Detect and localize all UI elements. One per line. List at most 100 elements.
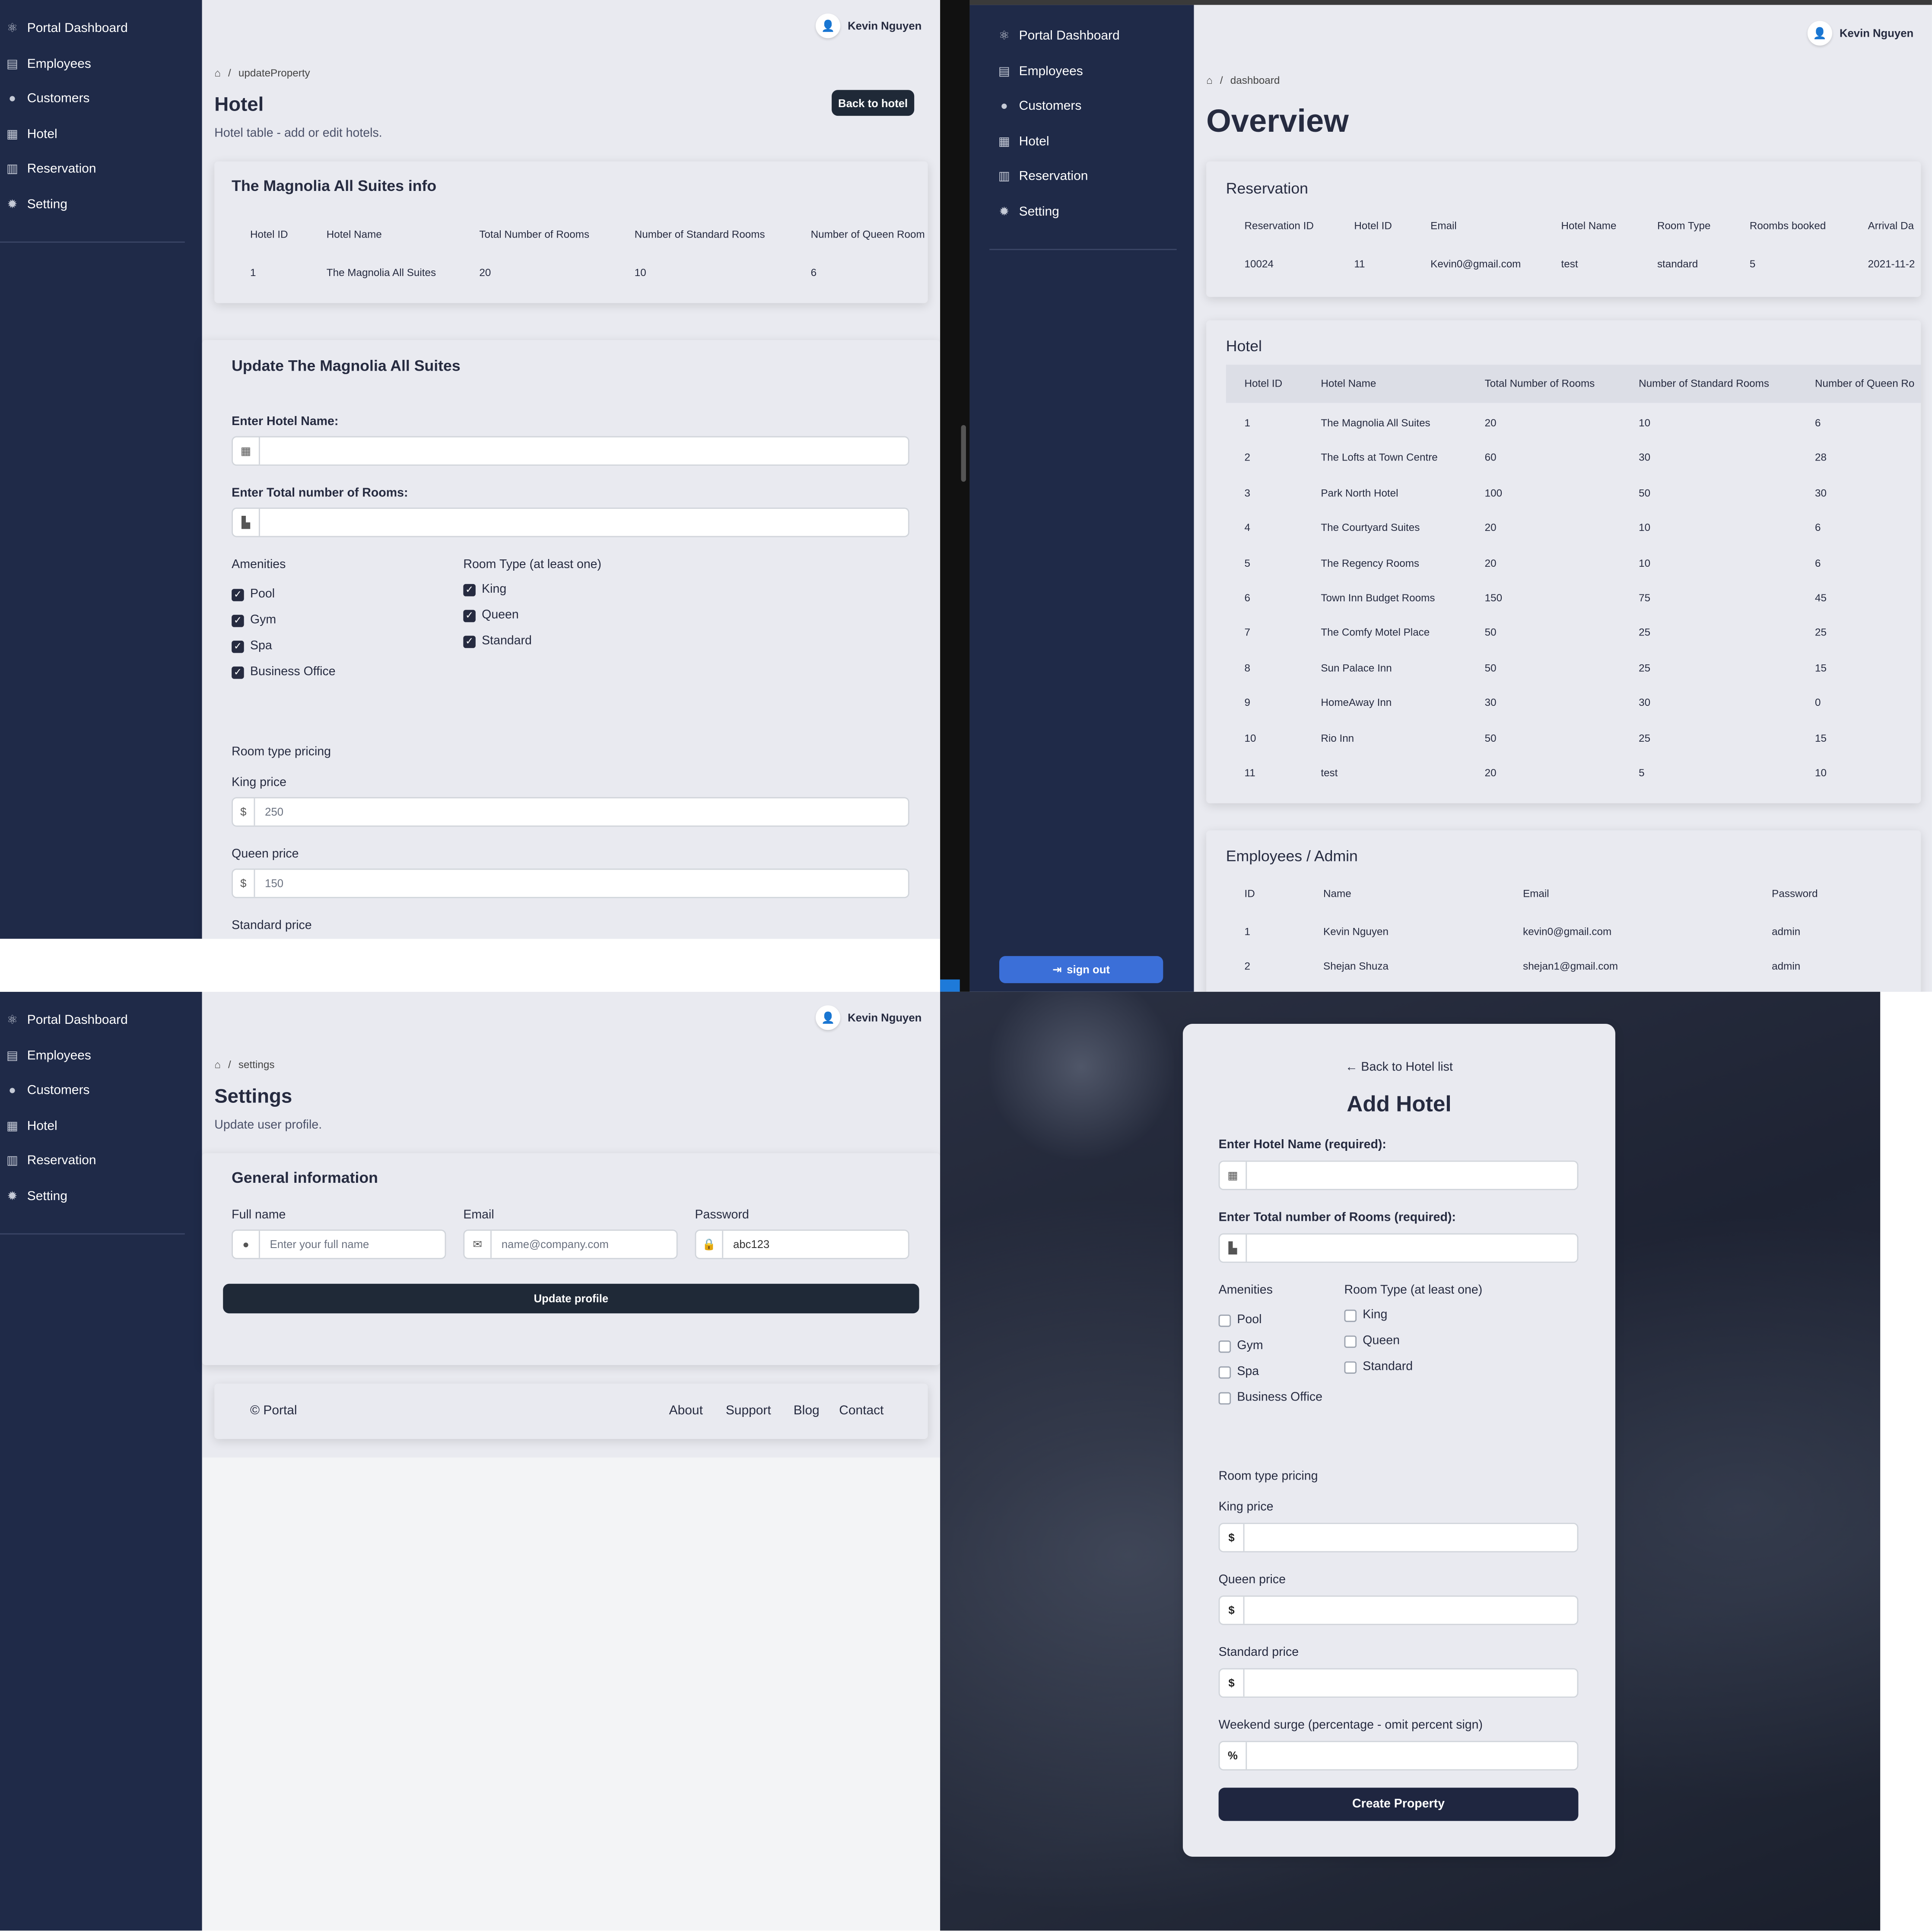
table-cell: 50: [1484, 731, 1497, 744]
sidebar-item-reservation[interactable]: ▥ Reservation: [5, 156, 96, 181]
column-header: ID: [1244, 887, 1255, 899]
back-to-hotel-list-link[interactable]: ← Back to Hotel list: [1183, 1061, 1615, 1074]
room-type-label: Room Type (at least one): [1344, 1283, 1483, 1298]
room-queen-checkbox[interactable]: Queen: [1344, 1334, 1400, 1348]
column-header: Room Type: [1657, 219, 1711, 232]
table-cell: shejan1@gmail.com: [1523, 959, 1618, 972]
sidebar-item-reservation[interactable]: ▥ Reservation: [997, 164, 1088, 188]
user-menu[interactable]: 👤 Kevin Nguyen: [1807, 21, 1913, 46]
brand-link[interactable]: ⚛ Portal Dashboard: [997, 23, 1120, 48]
password-input[interactable]: 🔒 abc123: [695, 1229, 909, 1259]
sign-out-icon: ⇥: [1052, 962, 1062, 975]
sidebar-item-employees[interactable]: ▤ Employees: [997, 59, 1083, 84]
sidebar-item-hotel[interactable]: ▦ Hotel: [997, 129, 1049, 154]
amenity-gym-checkbox[interactable]: Gym: [1218, 1339, 1263, 1353]
gear-icon: ✹: [7, 1189, 18, 1203]
user-menu[interactable]: 👤 Kevin Nguyen: [815, 1005, 922, 1030]
room-king-checkbox[interactable]: King: [1344, 1309, 1387, 1322]
email-input[interactable]: ✉ name@company.com: [463, 1229, 678, 1259]
sidebar-item-label: Setting: [27, 197, 68, 212]
checkbox-label: Standard: [482, 634, 532, 648]
page-title: Overview: [1206, 102, 1349, 140]
standard-price-input[interactable]: $: [1218, 1668, 1579, 1698]
amenity-business-office-checkbox[interactable]: Business Office: [1218, 1391, 1322, 1404]
table-cell: 60: [1484, 451, 1497, 464]
amenity-business-office-checkbox[interactable]: ✓ Business Office: [232, 665, 336, 679]
amenity-spa-checkbox[interactable]: Spa: [1218, 1365, 1259, 1378]
amenity-pool-checkbox[interactable]: Pool: [1218, 1313, 1262, 1327]
checkbox-label: Pool: [250, 588, 275, 601]
queen-price-label: Queen price: [232, 848, 299, 861]
editor-gutter: [940, 0, 970, 992]
fullname-input[interactable]: ● Enter your full name: [232, 1229, 446, 1259]
amenity-spa-checkbox[interactable]: ✓ Spa: [232, 639, 272, 653]
sidebar-item-customers[interactable]: ● Customers: [5, 86, 90, 111]
sidebar-item-employees[interactable]: ▤ Employees: [5, 1044, 91, 1068]
back-to-hotel-button[interactable]: Back to hotel: [832, 90, 915, 116]
dollar-icon: $: [233, 798, 255, 826]
page-title: Settings: [214, 1086, 292, 1108]
sidebar-item-reservation[interactable]: ▥ Reservation: [5, 1148, 96, 1173]
sidebar-item-employees[interactable]: ▤ Employees: [5, 52, 91, 76]
dollar-icon: $: [1220, 1597, 1245, 1624]
room-king-checkbox[interactable]: ✓ King: [463, 583, 506, 596]
king-price-input[interactable]: $250: [232, 797, 909, 827]
table-cell: 10: [1244, 731, 1256, 744]
table-cell: 6: [1814, 416, 1821, 429]
update-profile-button[interactable]: Update profile: [223, 1283, 919, 1314]
sidebar-item-hotel[interactable]: ▦ Hotel: [5, 122, 57, 146]
hotel-name-label: Enter Hotel Name (required):: [1218, 1138, 1386, 1152]
rooms-input[interactable]: ▙: [1218, 1233, 1579, 1263]
footer-link-about[interactable]: About: [669, 1403, 703, 1418]
sidebar-item-hotel[interactable]: ▦ Hotel: [5, 1114, 57, 1138]
footer-link-blog[interactable]: Blog: [794, 1403, 820, 1418]
home-icon[interactable]: ⌂: [214, 67, 221, 79]
sidebar: ⚛ Portal Dashboard ▤ Employees ● Customers…: [969, 5, 1194, 992]
sidebar-item-label: Setting: [1019, 204, 1059, 219]
create-property-button[interactable]: Create Property: [1218, 1788, 1579, 1821]
checkbox-label: Spa: [250, 639, 272, 653]
gutter-scrollbar[interactable]: [961, 425, 966, 482]
amenity-gym-checkbox[interactable]: ✓ Gym: [232, 613, 276, 627]
breadcrumb-current: settings: [238, 1058, 275, 1071]
sidebar-item-setting[interactable]: ✹ Setting: [997, 200, 1059, 224]
sidebar-divider: [989, 249, 1177, 250]
page-subtitle: Hotel table - add or edit hotels.: [214, 127, 382, 141]
sidebar-item-customers[interactable]: ● Customers: [5, 1078, 90, 1103]
column-header: Arrival Da: [1868, 219, 1914, 232]
weekend-surge-input[interactable]: %: [1218, 1740, 1579, 1771]
column-header: Email: [1523, 887, 1549, 899]
room-standard-checkbox[interactable]: ✓ Standard: [463, 635, 532, 648]
table-cell: 20: [1484, 766, 1497, 779]
form-title: Update The Magnolia All Suites: [232, 357, 461, 375]
hotel-name-input[interactable]: ▦: [232, 436, 909, 466]
queen-price-input[interactable]: $: [1218, 1595, 1579, 1625]
brand-link[interactable]: ⚛ Portal Dashboard: [5, 16, 128, 41]
sidebar-item-customers[interactable]: ● Customers: [997, 94, 1082, 118]
king-price-input[interactable]: $: [1218, 1523, 1579, 1553]
footer-link-contact[interactable]: Contact: [839, 1403, 883, 1418]
table-cell: The Lofts at Town Centre: [1321, 451, 1438, 464]
building-icon: ▦: [6, 1119, 18, 1133]
room-standard-checkbox[interactable]: Standard: [1344, 1360, 1413, 1374]
user-icon: ●: [8, 1083, 16, 1097]
sign-out-button[interactable]: ⇥ sign out: [999, 956, 1163, 983]
sidebar-item-setting[interactable]: ✹ Setting: [5, 1184, 67, 1209]
home-icon[interactable]: ⌂: [1206, 74, 1213, 86]
brand-link[interactable]: ⚛ Portal Dashboard: [5, 1008, 128, 1032]
settings-panel: ⚛ Portal Dashboard ▤ Employees ● Customers…: [0, 991, 941, 1931]
hotel-name-input[interactable]: ▦: [1218, 1160, 1579, 1191]
rooms-input[interactable]: ▙: [232, 508, 909, 537]
table-cell: 5: [1749, 257, 1756, 270]
footer-link-support[interactable]: Support: [726, 1403, 771, 1418]
amenity-pool-checkbox[interactable]: ✓ Pool: [232, 588, 275, 601]
room-queen-checkbox[interactable]: ✓ Queen: [463, 609, 519, 622]
calendar-icon: ▥: [6, 1153, 18, 1168]
checkbox-empty-icon: [1218, 1391, 1231, 1404]
queen-price-input[interactable]: $150: [232, 868, 909, 899]
home-icon[interactable]: ⌂: [214, 1058, 221, 1071]
sidebar-item-setting[interactable]: ✹ Setting: [5, 192, 67, 217]
user-menu[interactable]: 👤 Kevin Nguyen: [815, 13, 922, 38]
table-cell: The Magnolia All Suites: [1321, 416, 1430, 429]
table-cell: 25: [1814, 626, 1827, 639]
